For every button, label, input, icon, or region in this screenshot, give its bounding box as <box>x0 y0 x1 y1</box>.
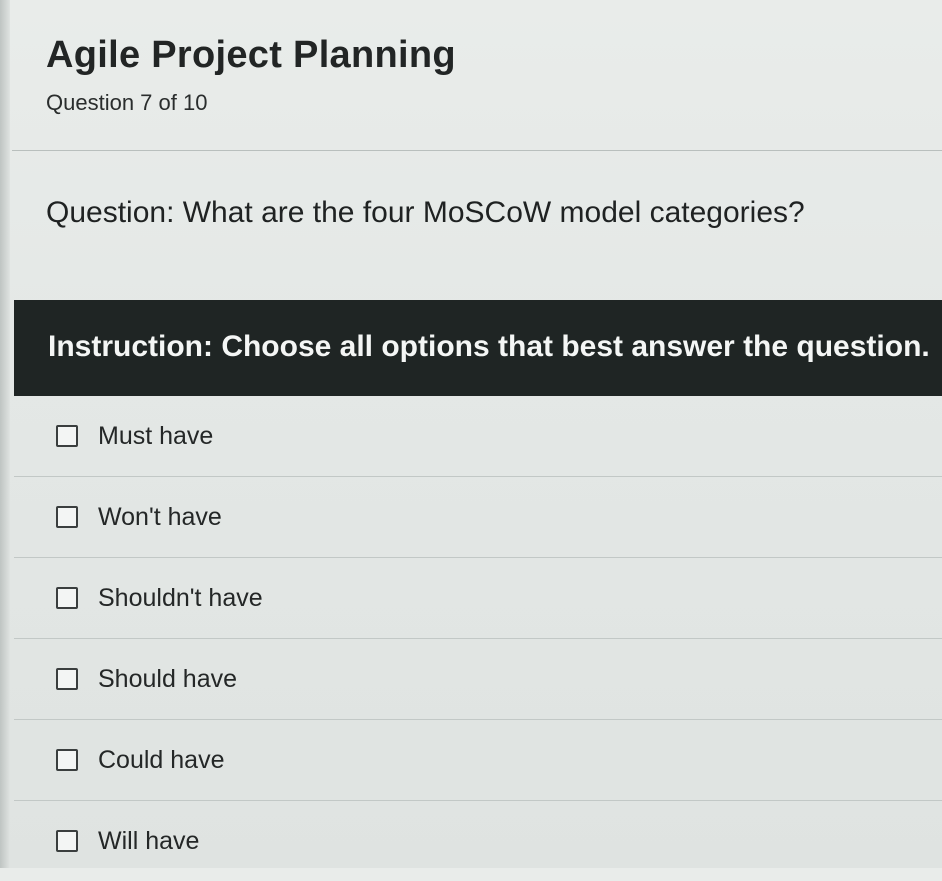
question-text: Question: What are the four MoSCoW model… <box>46 196 805 229</box>
option-shouldnt-have[interactable]: Shouldn't have <box>14 558 942 639</box>
checkbox[interactable] <box>56 587 78 609</box>
option-label: Will have <box>98 826 200 855</box>
instruction-banner: Instruction: Choose all options that bes… <box>14 300 942 396</box>
option-label: Should have <box>98 664 238 693</box>
header-divider <box>12 150 942 151</box>
checkbox[interactable] <box>56 668 78 690</box>
checkbox[interactable] <box>56 425 78 447</box>
checkbox[interactable] <box>56 506 78 528</box>
option-label: Could have <box>98 745 225 774</box>
page-left-edge <box>0 0 10 868</box>
checkbox[interactable] <box>56 749 78 771</box>
option-will-have[interactable]: Will have <box>14 801 942 881</box>
option-should-have[interactable]: Should have <box>14 639 942 720</box>
checkbox[interactable] <box>56 830 78 852</box>
question-progress: Question 7 of 10 <box>46 90 208 115</box>
option-must-have[interactable]: Must have <box>14 396 942 477</box>
course-title: Agile Project Planning <box>46 34 456 76</box>
option-could-have[interactable]: Could have <box>14 720 942 801</box>
answer-options-list: Must have Won't have Shouldn't have Shou… <box>14 396 942 881</box>
option-label: Shouldn't have <box>98 583 263 612</box>
instruction-text: Instruction: Choose all options that bes… <box>48 330 930 363</box>
option-label: Won't have <box>98 502 222 531</box>
option-wont-have[interactable]: Won't have <box>14 477 942 558</box>
option-label: Must have <box>98 421 214 450</box>
